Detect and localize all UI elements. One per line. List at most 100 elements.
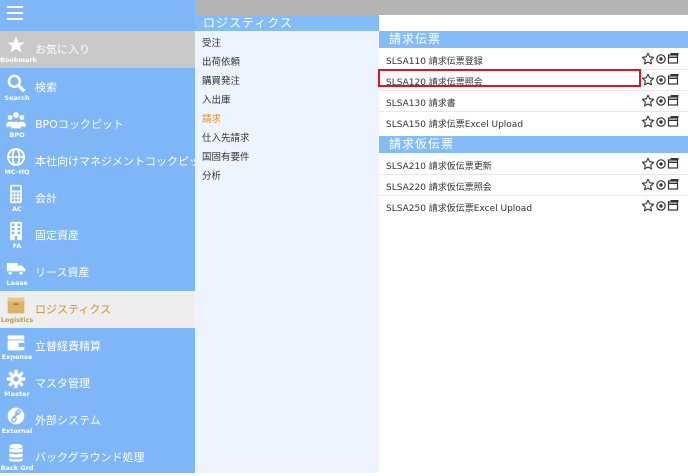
sidebar-caption: Bookmark xyxy=(0,56,37,64)
wallet-icon xyxy=(7,335,25,351)
box-icon xyxy=(7,297,25,314)
circle-target-icon[interactable] xyxy=(655,199,667,213)
circle-target-icon[interactable] xyxy=(655,178,667,192)
star-outline-icon[interactable] xyxy=(641,157,655,171)
circle-target-icon[interactable] xyxy=(655,115,667,129)
row-actions xyxy=(641,157,679,171)
sidebar-caption: Lease xyxy=(6,279,28,287)
star-outline-icon[interactable] xyxy=(641,73,655,87)
top-bar xyxy=(195,0,688,15)
list-item-label[interactable]: SLSA110 請求伝票登録 xyxy=(386,54,483,67)
submenu-title: ロジスティクス xyxy=(195,15,379,31)
list-item-label[interactable]: SLSA150 請求伝票Excel Upload xyxy=(386,117,523,130)
submenu-item-billing[interactable]: 請求 xyxy=(202,111,221,125)
sidebar-caption: Master xyxy=(4,390,30,398)
list-item[interactable]: SLSA220 請求仮伝票照会 xyxy=(379,175,688,195)
list-item-label[interactable]: SLSA120 請求伝票照会 xyxy=(386,75,483,88)
sidebar-caption: Expense xyxy=(1,353,33,361)
window-icon[interactable] xyxy=(667,115,679,129)
circle-target-icon[interactable] xyxy=(655,52,667,66)
content-panel: 請求伝票 SLSA110 請求伝票登録 SLSA120 請求伝票照会 SLSA1… xyxy=(379,15,688,473)
circle-target-icon[interactable] xyxy=(655,94,667,108)
truck-icon xyxy=(6,263,26,276)
window-icon[interactable] xyxy=(667,52,679,66)
sidebar-item-search[interactable]: Search 検索 xyxy=(0,69,195,106)
people-icon xyxy=(6,112,26,129)
sidebar-caption: BPO xyxy=(9,131,25,139)
star-outline-icon[interactable] xyxy=(641,52,655,66)
row-actions xyxy=(641,73,679,87)
database-icon xyxy=(9,443,23,462)
submenu-item-order[interactable]: 受注 xyxy=(202,35,221,49)
submenu-item-analysis[interactable]: 分析 xyxy=(202,168,221,182)
row-actions xyxy=(641,52,679,66)
gear-icon xyxy=(6,369,26,389)
sidebar-caption: External xyxy=(1,427,33,435)
sidebar-caption: FA xyxy=(12,242,22,250)
sidebar-item-label: マスタ管理 xyxy=(35,377,90,390)
submenu-item-supplier-billing[interactable]: 仕入先請求 xyxy=(202,130,250,144)
section-header: 請求伝票 xyxy=(379,31,688,48)
search-icon xyxy=(7,74,26,93)
circle-target-icon[interactable] xyxy=(655,157,667,171)
sidebar-item-label: バックグラウンド処理 xyxy=(35,451,145,464)
sidebar-item-label: BPOコックピット xyxy=(35,118,124,131)
sidebar-item-label: 検索 xyxy=(35,81,57,94)
list-item[interactable]: SLSA210 請求仮伝票更新 xyxy=(379,154,688,174)
sidebar-item-bookmark[interactable]: Bookmark お気に入り xyxy=(0,31,195,68)
list-item-label[interactable]: SLSA210 請求仮伝票更新 xyxy=(386,159,492,172)
sidebar-caption: Logistics xyxy=(0,316,34,324)
sidebar-item-fixed-assets[interactable]: FA 固定資産 xyxy=(0,217,195,254)
list-item[interactable]: SLSA120 請求伝票照会 xyxy=(379,70,688,90)
sidebar-item-external[interactable]: External 外部システム xyxy=(0,402,195,439)
list-item-label[interactable]: SLSA250 請求仮伝票Excel Upload xyxy=(386,201,532,214)
submenu-item-country-specific[interactable]: 国固有要件 xyxy=(202,149,250,163)
row-actions xyxy=(641,178,679,192)
sidebar-caption: MC-HQ xyxy=(4,168,30,176)
window-icon[interactable] xyxy=(667,94,679,108)
list-item[interactable]: SLSA250 請求仮伝票Excel Upload xyxy=(379,196,688,216)
sidebar-item-label: 会計 xyxy=(35,192,57,205)
submenu-item-purchase[interactable]: 購買発注 xyxy=(202,73,240,87)
window-icon[interactable] xyxy=(667,178,679,192)
row-actions xyxy=(641,94,679,108)
list-item[interactable]: SLSA130 請求書 xyxy=(379,91,688,111)
sidebar-item-expense[interactable]: Expense 立替経費精算 xyxy=(0,328,195,365)
circle-target-icon[interactable] xyxy=(655,73,667,87)
row-actions xyxy=(641,199,679,213)
star-outline-icon[interactable] xyxy=(641,94,655,108)
window-icon[interactable] xyxy=(667,73,679,87)
sidebar-item-bpo[interactable]: BPO BPOコックピット xyxy=(0,106,195,143)
star-outline-icon[interactable] xyxy=(641,199,655,213)
building-icon xyxy=(10,221,22,241)
sidebar-item-label: ロジスティクス xyxy=(35,303,112,316)
submenu-panel: ロジスティクス 受注 出荷依頼 購買発注 入出庫 請求 仕入先請求 国固有要件 … xyxy=(195,15,379,473)
submenu-item-inventory[interactable]: 入出庫 xyxy=(202,92,231,106)
window-icon[interactable] xyxy=(667,157,679,171)
sidebar-item-label: お気に入り xyxy=(35,43,90,56)
list-item-label[interactable]: SLSA130 請求書 xyxy=(386,96,456,109)
sidebar-item-lease[interactable]: Lease リース資産 xyxy=(0,254,195,291)
sidebar-caption: Back Grd xyxy=(0,464,34,472)
sidebar-item-label: 立替経費精算 xyxy=(35,340,101,353)
hamburger-menu-icon[interactable] xyxy=(7,6,23,20)
sidebar-item-label: 外部システム xyxy=(35,414,101,427)
star-outline-icon[interactable] xyxy=(641,178,655,192)
star-outline-icon[interactable] xyxy=(641,115,655,129)
submenu-item-shipping[interactable]: 出荷依頼 xyxy=(202,54,240,68)
sidebar-item-mc-hq[interactable]: MC-HQ 本社向けマネジメントコックピット xyxy=(0,143,211,180)
list-item[interactable]: SLSA110 請求伝票登録 xyxy=(379,49,688,69)
sidebar: Bookmark お気に入り Search 検索 BPO BPOコックピット M… xyxy=(0,0,211,476)
list-item-label[interactable]: SLSA220 請求仮伝票照会 xyxy=(386,180,492,193)
sidebar-item-accounting[interactable]: AC 会計 xyxy=(0,180,195,217)
calculator-icon xyxy=(10,184,22,204)
sidebar-caption: Search xyxy=(4,94,30,102)
sidebar-item-master[interactable]: Master マスタ管理 xyxy=(0,365,195,402)
sidebar-item-logistics[interactable]: Logistics ロジスティクス xyxy=(0,291,195,328)
sidebar-caption: AC xyxy=(12,205,22,213)
star-icon xyxy=(7,36,25,53)
window-icon[interactable] xyxy=(667,199,679,213)
sidebar-item-label: リース資産 xyxy=(35,266,90,279)
sidebar-item-background[interactable]: Back Grd バックグラウンド処理 xyxy=(0,439,195,476)
list-item[interactable]: SLSA150 請求伝票Excel Upload xyxy=(379,112,688,132)
